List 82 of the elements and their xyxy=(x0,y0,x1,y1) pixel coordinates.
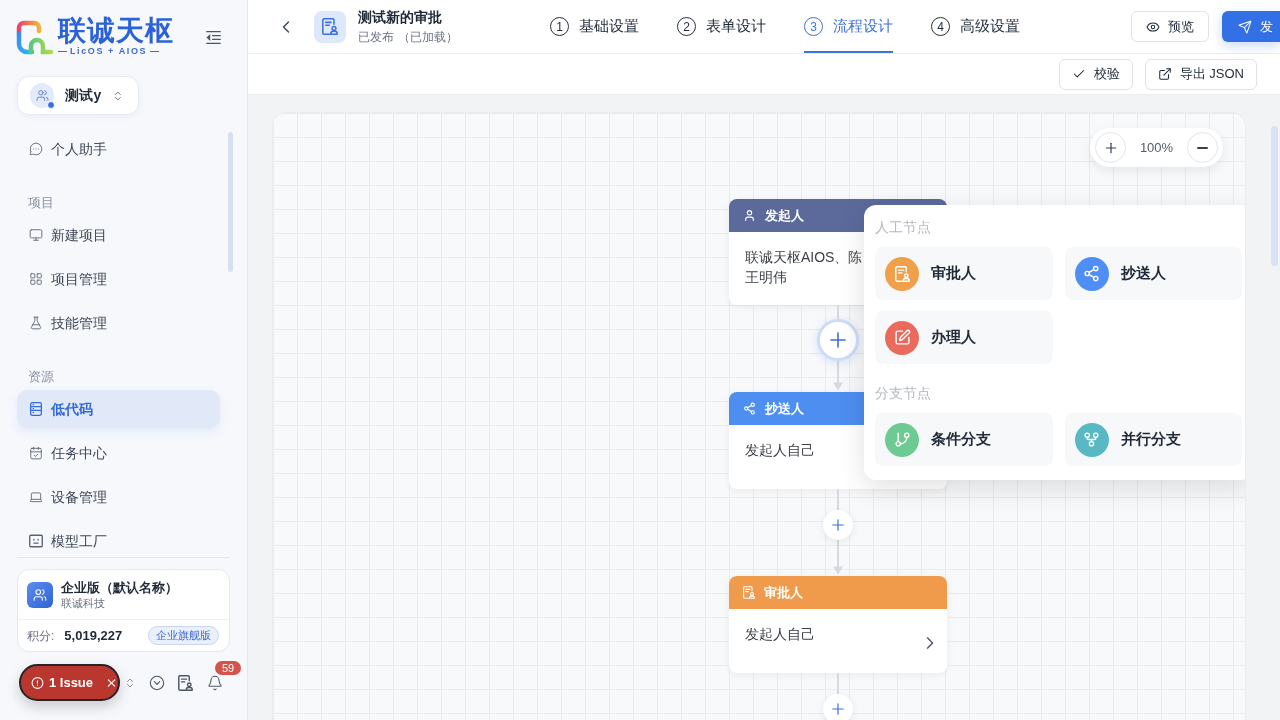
node-type-option[interactable]: 并行分支 xyxy=(1064,413,1242,466)
nav-item[interactable]: 任务中心 xyxy=(17,434,220,472)
points-value: 5,019,227 xyxy=(64,626,123,645)
node-assignee-text: 发起人自己 xyxy=(745,625,815,644)
export-button[interactable]: 导出 JSON xyxy=(1144,58,1257,90)
step-tab[interactable]: 2 表单设计 xyxy=(677,0,766,53)
add-node-button[interactable] xyxy=(823,510,853,540)
nav-item[interactable]: 设备管理 xyxy=(17,478,220,516)
issues-button[interactable]: 1 Issue xyxy=(19,664,120,701)
flow-node[interactable]: 审批人 发起人自己 xyxy=(729,576,947,673)
node-title: 审批人 xyxy=(764,583,803,602)
nav-item[interactable]: 低代码 xyxy=(17,390,220,428)
document-person-icon[interactable] xyxy=(178,674,193,691)
sidebar-scrollbar[interactable] xyxy=(228,132,233,272)
step-tab[interactable]: 4 高级设置 xyxy=(931,0,1020,53)
form-icon xyxy=(314,10,346,43)
minus-icon xyxy=(1197,146,1208,149)
connector-line xyxy=(837,673,839,694)
node-type-option[interactable]: 办理人 xyxy=(875,311,1053,364)
organization-company: 联诚科技 xyxy=(61,595,106,611)
organization-name: 企业版（默认名称） xyxy=(61,578,178,596)
publish-status: 已发布 xyxy=(358,30,394,45)
nav-item[interactable]: 技能管理 xyxy=(17,304,220,342)
zoom-out-button[interactable] xyxy=(1187,132,1218,163)
plus-icon xyxy=(829,700,847,718)
logo-mark-icon xyxy=(16,20,54,56)
organization-avatar-icon xyxy=(27,581,53,608)
page-title: 测试新的审批 xyxy=(358,8,443,26)
menu-section-title: 人工节点 xyxy=(875,218,931,236)
node-title: 抄送人 xyxy=(765,399,804,418)
nav-section-label: 项目 xyxy=(28,195,54,210)
node-assignee-text: 发起人自己 xyxy=(745,441,815,460)
zoom-level: 100% xyxy=(1139,138,1174,157)
node-assignee-text: 联诚天枢AIOS、陈 xyxy=(745,248,863,267)
send-icon xyxy=(1238,19,1252,34)
node-type-option[interactable]: 审批人 xyxy=(875,247,1053,300)
grid-icon xyxy=(29,272,43,286)
canvas-scrollbar[interactable] xyxy=(1271,126,1278,266)
nav-item[interactable]: 项目管理 xyxy=(17,260,220,298)
bell-icon[interactable] xyxy=(207,674,223,691)
circle-chevron-down-icon[interactable] xyxy=(149,674,165,691)
share-icon xyxy=(743,402,756,415)
document-person-icon xyxy=(743,586,755,599)
laptop-icon xyxy=(29,490,43,504)
points-label: 积分: xyxy=(27,627,55,645)
logo-wordmark: 联诚天枢 xyxy=(58,16,174,46)
node-type-option[interactable]: 条件分支 xyxy=(875,413,1053,466)
collapse-sidebar-icon[interactable] xyxy=(206,31,221,44)
calendar-check-icon xyxy=(29,446,43,460)
logo-tagline: LicOS + AIOS xyxy=(58,46,174,56)
eye-icon xyxy=(1146,19,1160,34)
chevrons-up-down-icon xyxy=(112,89,124,102)
nav-item[interactable]: 模型工厂 xyxy=(17,522,220,557)
alert-icon xyxy=(31,675,44,690)
step-tab[interactable]: 1 基础设置 xyxy=(550,0,639,53)
chat-bubble-icon xyxy=(29,142,43,156)
nav-item[interactable]: 新建项目 xyxy=(17,216,220,254)
flask-icon xyxy=(29,316,43,330)
publish-button[interactable]: 发 xyxy=(1222,11,1280,42)
load-status: （已加载） xyxy=(398,30,458,45)
add-node-button[interactable] xyxy=(817,319,859,361)
export-icon xyxy=(1157,67,1172,81)
person-icon xyxy=(743,209,756,222)
face-box-icon xyxy=(29,534,43,548)
check-icon xyxy=(1071,67,1086,81)
nav-item[interactable]: 个人助手 xyxy=(17,130,220,168)
node-type-option[interactable]: 抄送人 xyxy=(1064,247,1242,300)
plan-badge: 企业旗舰版 xyxy=(148,626,219,645)
workspace-selector[interactable]: 测试y xyxy=(17,76,139,115)
add-node-button[interactable] xyxy=(823,694,853,720)
preview-button[interactable]: 预览 xyxy=(1131,11,1209,42)
notification-count-badge: 59 xyxy=(215,660,242,675)
monitor-icon xyxy=(29,228,43,242)
workspace-avatar-icon xyxy=(30,83,55,108)
list-icon xyxy=(29,402,43,416)
node-title: 发起人 xyxy=(765,206,804,225)
plus-icon xyxy=(829,516,847,534)
nav-section-label: 资源 xyxy=(28,369,54,384)
zoom-in-button[interactable] xyxy=(1095,132,1126,163)
chevron-right-icon[interactable] xyxy=(925,637,935,649)
validate-button[interactable]: 校验 xyxy=(1058,58,1133,90)
node-assignee-text: 王明伟 xyxy=(745,268,787,287)
